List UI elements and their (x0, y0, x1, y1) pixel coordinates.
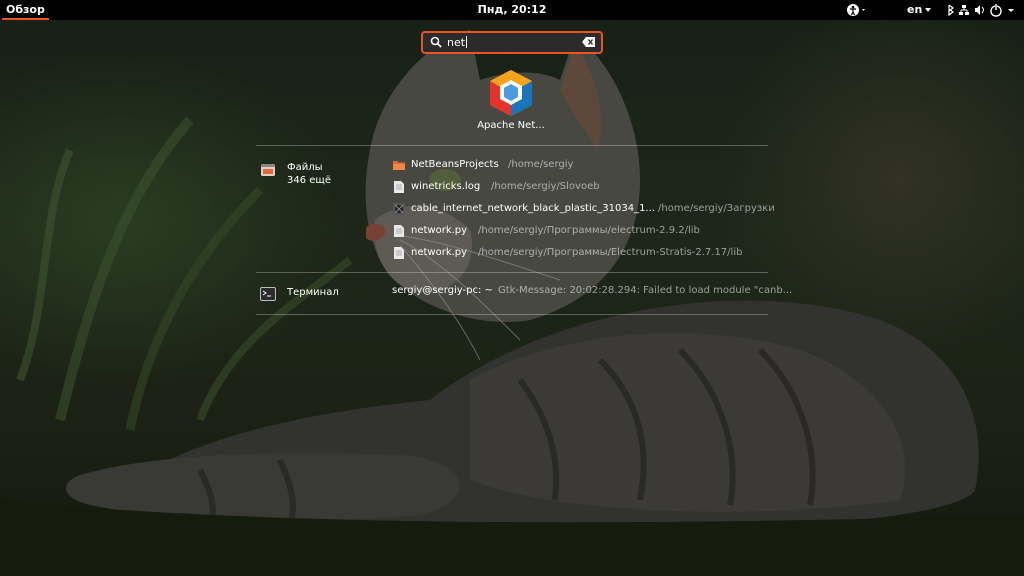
power-icon (990, 4, 1002, 17)
search-query: net (447, 36, 466, 49)
result-path: /home/sergiy/Загрузки (658, 203, 775, 214)
keyboard-layout-menu[interactable]: en (907, 0, 932, 20)
system-menu[interactable] (945, 0, 1017, 20)
result-path: /home/sergiy (508, 159, 574, 170)
separator (256, 314, 768, 315)
result-title: cable_internet_network_black_plastic_310… (411, 203, 655, 214)
result-path: /home/sergiy/Программы/electrum-2.9.2/li… (478, 225, 700, 236)
result-title: network.py (411, 247, 468, 258)
separator (256, 272, 768, 273)
accessibility-menu[interactable] (846, 0, 868, 20)
terminal-icon (260, 287, 276, 301)
app-result-apache-netbeans[interactable]: Apache Net... (470, 66, 552, 134)
provider-name: Файлы (287, 162, 323, 173)
app-label: Apache Net... (477, 120, 545, 131)
search-icon (430, 36, 442, 48)
folder-icon (393, 161, 405, 170)
network-icon (959, 5, 969, 15)
result-title: winetricks.log (411, 181, 481, 192)
clock: Пнд, 20:12 (0, 0, 1024, 20)
text-file-icon (394, 247, 404, 259)
netbeans-icon (490, 70, 532, 116)
result-title: NetBeansProjects (411, 159, 499, 170)
result-path: /home/sergiy/Программы/Electrum-Stratis-… (478, 247, 743, 258)
file-manager-icon (261, 164, 275, 176)
result-title: sergiy@sergiy-pc: ~ (392, 285, 493, 296)
provider-more-count: 346 ещё (287, 175, 331, 186)
volume-icon (975, 5, 984, 15)
provider-name: Терминал (287, 287, 339, 298)
text-file-icon (394, 181, 404, 193)
system-status-icons (948, 4, 1014, 17)
clear-icon[interactable] (582, 37, 595, 47)
chevron-down-icon (925, 8, 932, 12)
bluetooth-icon (948, 4, 954, 17)
clock-button[interactable]: Пнд, 20:12 (478, 3, 547, 16)
result-path: /home/sergiy/Slovoeb (491, 181, 600, 192)
keyboard-layout-label: en (907, 3, 923, 16)
chevron-down-icon (1008, 9, 1014, 12)
activities-button[interactable]: Обзор (0, 0, 51, 20)
result-title: network.py (411, 225, 468, 236)
search-input[interactable]: net (421, 31, 603, 54)
accessibility-icon (847, 4, 865, 16)
separator (256, 145, 768, 146)
text-file-icon (394, 225, 404, 237)
activities-label: Обзор (6, 3, 45, 16)
result-description: Gtk-Message: 20:02:28.294: Failed to loa… (498, 285, 793, 296)
image-file-icon (393, 203, 405, 215)
top-bar: Обзор Пнд, 20:12 en (0, 0, 1024, 20)
